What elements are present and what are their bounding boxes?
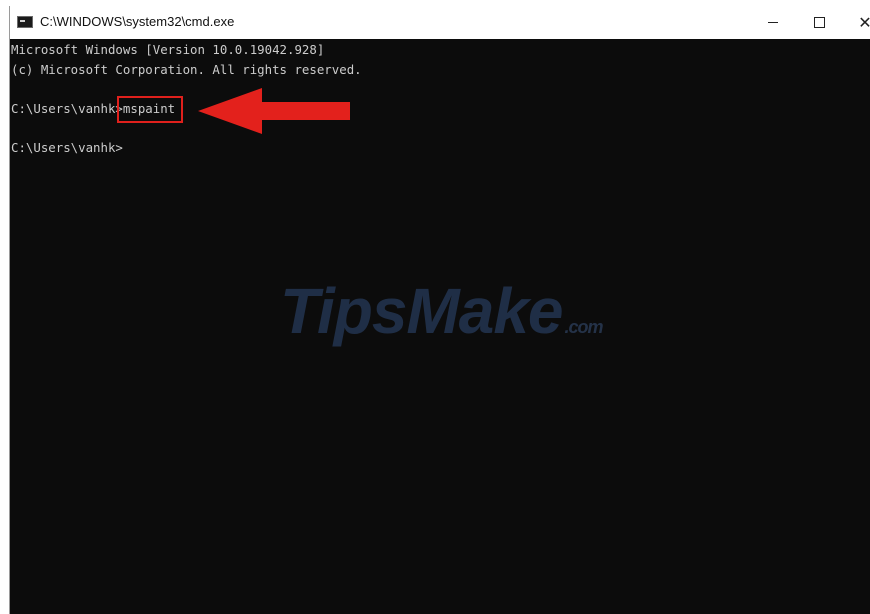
window-title: C:\WINDOWS\system32\cmd.exe [40,14,235,29]
close-icon: ✕ [858,14,870,31]
title-bar[interactable]: C:\WINDOWS\system32\cmd.exe ✕ [10,6,870,39]
console-line-version: Microsoft Windows [Version 10.0.19042.92… [11,42,325,57]
minimize-button[interactable] [750,6,796,39]
console-output[interactable]: Microsoft Windows [Version 10.0.19042.92… [10,39,870,614]
minimize-icon [768,22,778,23]
close-button[interactable]: ✕ [842,6,870,39]
cmd-icon [17,16,33,28]
maximize-icon [813,17,825,28]
console-line-prompt: C:\Users\vanhk> [11,140,123,155]
watermark-logo: TipsMake .com [280,274,604,348]
cmd-window: C:\WINDOWS\system32\cmd.exe ✕ Microsoft … [9,6,870,614]
console-line-copyright: (c) Microsoft Corporation. All rights re… [11,62,362,77]
watermark-suffix: .com [564,317,604,337]
left-arrow-icon [198,88,350,134]
command-highlight-box [117,96,183,123]
watermark-brand: TipsMake [280,275,563,347]
maximize-button[interactable] [796,6,842,39]
